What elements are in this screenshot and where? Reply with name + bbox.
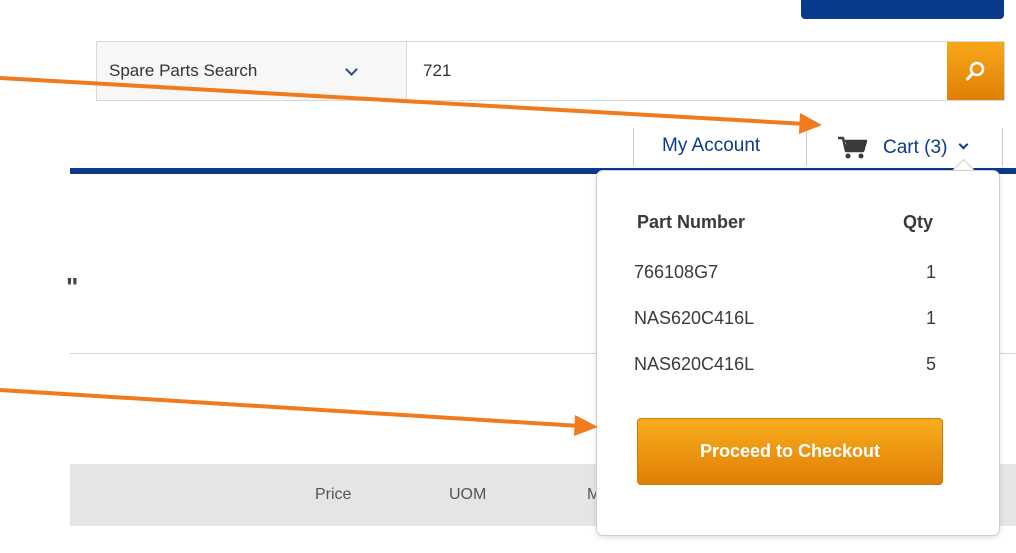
search-button[interactable]	[947, 42, 1004, 100]
cart-item-qty: 5	[926, 354, 937, 374]
header-top-bar	[801, 0, 1004, 19]
search-category-select[interactable]: Spare Parts Search	[97, 42, 407, 100]
search-icon	[966, 61, 985, 81]
chevron-down-icon	[345, 63, 358, 76]
cart-column-qty: Qty	[903, 212, 934, 232]
proceed-to-checkout-button[interactable]: Proceed to Checkout	[637, 418, 943, 485]
annotation-arrow	[0, 388, 581, 428]
cart-column-part-number: Part Number	[637, 212, 746, 232]
search-category-label: Spare Parts Search	[109, 61, 258, 80]
search-input[interactable]	[407, 42, 945, 100]
cart-item-part-number: NAS620C416L	[634, 354, 755, 374]
chevron-down-icon[interactable]	[958, 139, 969, 150]
nav-divider	[806, 128, 807, 166]
spare-parts-search-bar: Spare Parts Search	[96, 41, 1005, 101]
shopping-cart-icon[interactable]	[837, 135, 869, 166]
column-header-uom: UOM	[449, 486, 487, 503]
my-account-link[interactable]: My Account	[662, 135, 760, 157]
cart-link[interactable]: Cart (3)	[883, 137, 947, 159]
column-header-price: Price	[315, 486, 352, 503]
nav-divider	[1002, 128, 1003, 166]
nav-divider	[633, 128, 634, 166]
page-title-fragment: "	[66, 272, 79, 302]
cart-item-qty: 1	[926, 262, 937, 282]
cart-item-qty: 1	[926, 308, 937, 328]
arrowhead-icon	[799, 113, 822, 134]
cart-item-part-number: 766108G7	[634, 262, 719, 282]
arrowhead-icon	[574, 415, 598, 436]
cart-item-part-number: NAS620C416L	[634, 308, 755, 328]
